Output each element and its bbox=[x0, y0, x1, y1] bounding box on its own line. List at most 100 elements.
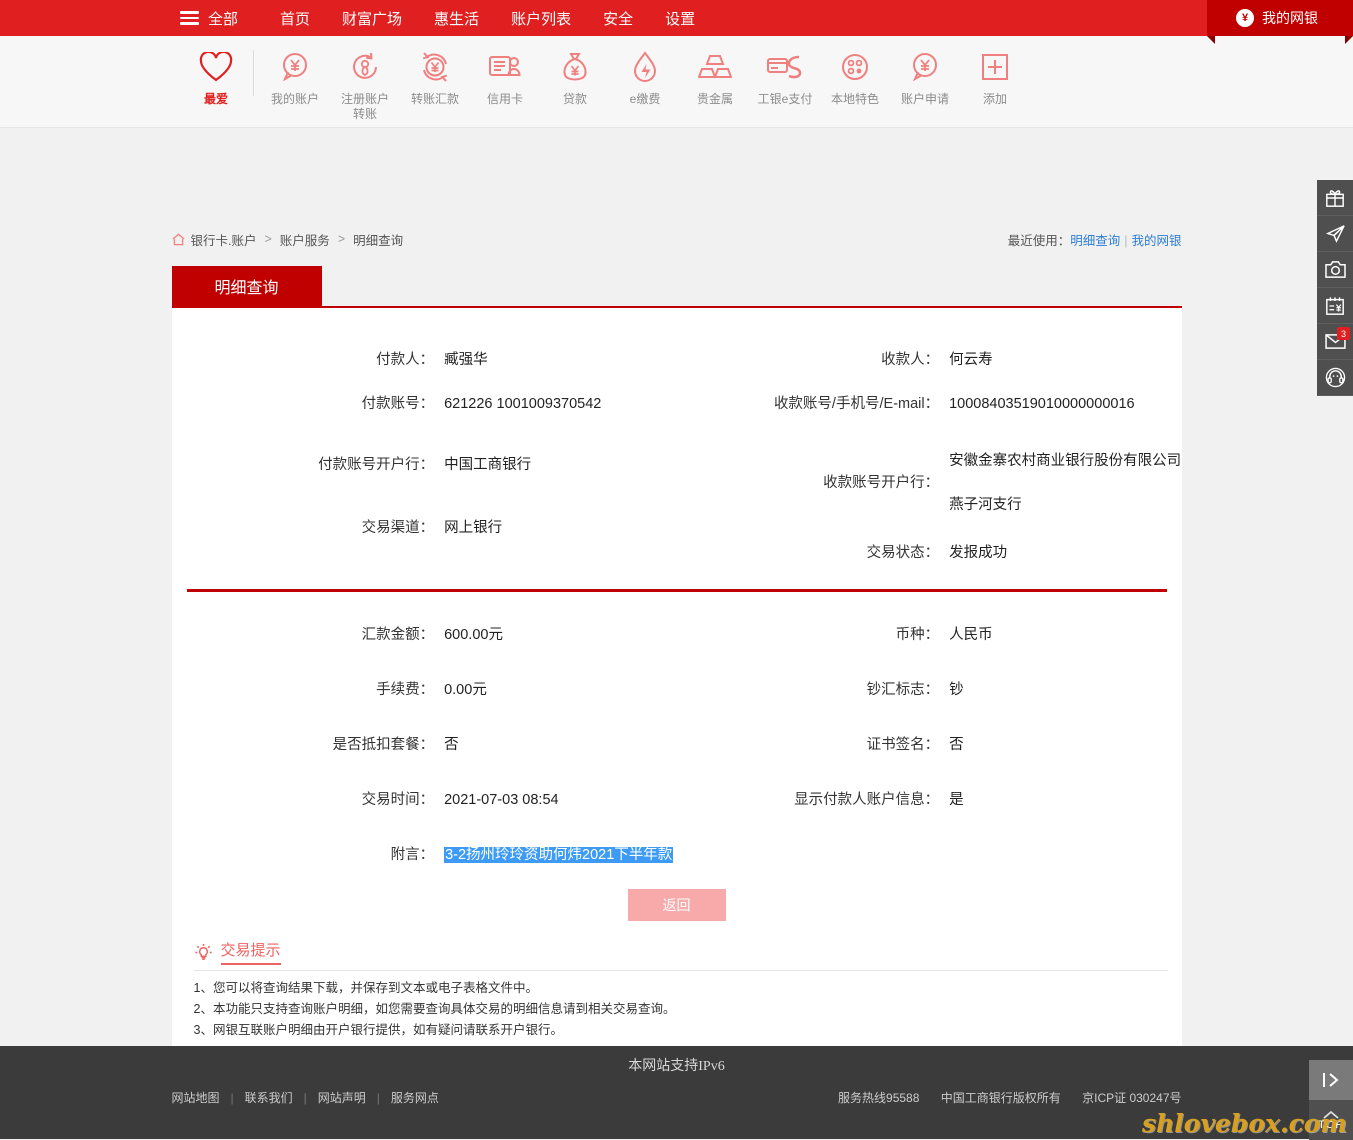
field-payer-value: 臧强华 bbox=[444, 352, 488, 368]
footer-link-site-statement[interactable]: 网站声明 bbox=[307, 1089, 377, 1106]
home-icon[interactable] bbox=[172, 233, 185, 246]
toolbar-item-credit-card[interactable]: 信用卡 bbox=[470, 48, 540, 107]
footer-link-contact-us[interactable]: 联系我们 bbox=[234, 1089, 304, 1106]
footer-row: 网站地图 | 联系我们 | 网站声明 | 服务网点 服务热线95588 中国工商银行版… bbox=[172, 1089, 1182, 1106]
nav-item-wealth[interactable]: 财富广场 bbox=[326, 0, 418, 36]
heart-icon bbox=[199, 48, 233, 86]
field-postscript-value-wrapper[interactable]: 3-2扬州玲玲资助何炜2021下半年款 bbox=[434, 844, 674, 866]
yuan-speech-bubble-icon bbox=[279, 48, 311, 86]
footer-links: 网站地图 | 联系我们 | 网站声明 | 服务网点 bbox=[172, 1089, 450, 1106]
nav-item-settings-label: 设置 bbox=[665, 10, 696, 28]
back-button[interactable]: 返回 bbox=[627, 889, 726, 921]
breadcrumb-separator: > bbox=[337, 232, 346, 246]
toolbar-item-local-features-label: 本地特色 bbox=[830, 92, 879, 106]
yuan-refresh-icon bbox=[419, 48, 451, 86]
rail-item-support[interactable] bbox=[1317, 360, 1353, 396]
paper-plane-icon bbox=[1325, 223, 1346, 244]
footer-icp: 京ICP证 030247号 bbox=[1082, 1091, 1182, 1105]
footer-link-sitemap[interactable]: 网站地图 bbox=[172, 1089, 231, 1106]
site-watermark: shlovebox.com bbox=[1142, 1109, 1347, 1138]
toolbar-item-favorites[interactable]: 最爱 bbox=[185, 48, 247, 107]
toolbar-item-my-account[interactable]: 我的账户 bbox=[260, 48, 330, 107]
toolbar-item-register-transfer[interactable]: 注册账户 转账 bbox=[330, 48, 400, 122]
detail-lower-left-column: 汇款金额： 600.00元 手续费： 0.00元 是否抵扣套餐： 否 交易时间：… bbox=[172, 608, 677, 877]
field-package-deduction-value: 否 bbox=[444, 737, 459, 753]
nav-item-home[interactable]: 首页 bbox=[264, 0, 326, 36]
money-bag-icon bbox=[560, 48, 590, 86]
toolbar-item-register-transfer-label: 注册账户 转账 bbox=[340, 92, 389, 121]
ipv6-support-text: 本网站支持IPv6 bbox=[628, 1059, 725, 1074]
recent-link-detail-query[interactable]: 明细查询 bbox=[1070, 234, 1120, 248]
action-row: 返回 bbox=[172, 877, 1182, 935]
field-transaction-time: 交易时间： 2021-07-03 08:54 bbox=[172, 767, 677, 822]
field-remit-amount-value: 600.00元 bbox=[444, 627, 503, 643]
water-drop-bolt-icon bbox=[631, 48, 659, 86]
footer-link-service-outlets[interactable]: 服务网点 bbox=[380, 1089, 450, 1106]
rail-item-mail[interactable]: 3 bbox=[1317, 324, 1353, 360]
field-postscript-label: 附言： bbox=[390, 847, 435, 863]
tab-detail-query[interactable]: 明细查询 bbox=[171, 266, 322, 306]
field-transaction-status: 交易状态： 发报成功 bbox=[677, 524, 1182, 575]
credit-card-icon bbox=[488, 48, 522, 86]
breadcrumb-item-0[interactable]: 银行卡.账户 bbox=[191, 230, 257, 249]
page-body: 银行卡.账户 > 账户服务 > 明细查询 最近使用：明细查询 | 我的网银 明细查询… bbox=[0, 128, 1353, 1139]
footer-hotline: 服务热线95588 bbox=[838, 1091, 920, 1105]
toolbar-item-local-features[interactable]: 本地特色 bbox=[820, 48, 890, 107]
field-payer-account-value: 621226 1001009370542 bbox=[444, 396, 602, 412]
field-postscript: 附言： 3-2扬州玲玲资助何炜2021下半年款 bbox=[172, 822, 677, 877]
expand-panel-button[interactable] bbox=[1309, 1060, 1353, 1100]
field-cash-remit-flag: 钞汇标志： 钞 bbox=[677, 657, 1182, 712]
field-certificate-signature-value: 否 bbox=[949, 737, 964, 753]
rail-item-bill[interactable] bbox=[1317, 288, 1353, 324]
nav-item-my-ebank-label: 我的网银 bbox=[1262, 10, 1318, 26]
toolbar-item-icbc-epay[interactable]: 工银e支付 bbox=[750, 48, 820, 107]
headset-icon bbox=[1325, 367, 1346, 388]
field-payer-account-label: 付款账号： bbox=[361, 396, 435, 412]
quick-link-toolbar: 最爱 我的账户 注册账户 转账 转账汇款 信用卡 贷款 e缴费 贵金属 工银e支… bbox=[0, 36, 1353, 128]
toolbar-item-loan[interactable]: 贷款 bbox=[540, 48, 610, 107]
field-transaction-status-label: 交易状态： bbox=[866, 545, 940, 561]
detail-lower-grid: 汇款金额： 600.00元 手续费： 0.00元 是否抵扣套餐： 否 交易时间：… bbox=[172, 608, 1182, 877]
field-payer: 付款人： 臧强华 bbox=[172, 338, 677, 382]
bill-calendar-icon bbox=[1325, 296, 1345, 316]
toolbar-item-my-account-label: 我的账户 bbox=[270, 92, 319, 106]
nav-item-my-ebank[interactable]: ¥ 我的网银 bbox=[1207, 0, 1353, 44]
toolbar-item-credit-card-label: 信用卡 bbox=[486, 92, 523, 106]
nav-item-life[interactable]: 惠生活 bbox=[418, 0, 495, 36]
recently-used: 最近使用：明细查询 | 我的网银 bbox=[1008, 230, 1182, 249]
detail-upper-left-column: 付款人： 臧强华 付款账号： 621226 1001009370542 付款账号… bbox=[172, 338, 677, 575]
rail-item-camera[interactable] bbox=[1317, 252, 1353, 288]
nav-item-account-list[interactable]: 账户列表 bbox=[495, 0, 587, 36]
field-postscript-value[interactable]: 3-2扬州玲玲资助何炜2021下半年款 bbox=[444, 847, 674, 863]
field-payee-account-value: 10008403519010000000016 bbox=[949, 396, 1135, 412]
field-transaction-time-value: 2021-07-03 08:54 bbox=[444, 792, 559, 808]
recent-divider: | bbox=[1124, 233, 1128, 248]
detail-upper-right-column: 收款人： 何云寿 收款账号/手机号/E-mail： 10008403519010… bbox=[677, 338, 1182, 575]
recent-link-my-ebank[interactable]: 我的网银 bbox=[1131, 234, 1181, 248]
rail-item-send[interactable] bbox=[1317, 216, 1353, 252]
detail-lower-right-column: 币种： 人民币 钞汇标志： 钞 证书签名： 否 显示付款人账户信息： 是 bbox=[677, 608, 1182, 877]
nav-item-security[interactable]: 安全 bbox=[587, 0, 649, 36]
toolbar-item-epay-bill[interactable]: e缴费 bbox=[610, 48, 680, 107]
breadcrumb-item-1[interactable]: 账户服务 bbox=[280, 230, 330, 249]
field-payee-value: 何云寿 bbox=[949, 352, 993, 368]
content-container: 银行卡.账户 > 账户服务 > 明细查询 最近使用：明细查询 | 我的网银 明细查询… bbox=[171, 128, 1182, 1067]
hamburger-icon bbox=[180, 11, 199, 25]
mail-unread-badge: 3 bbox=[1337, 327, 1350, 340]
nav-item-all[interactable]: 全部 bbox=[170, 0, 264, 36]
toolbar-item-add[interactable]: 添加 bbox=[960, 48, 1030, 107]
field-transaction-status-value: 发报成功 bbox=[949, 545, 1008, 561]
transaction-tips-list: 1、您可以将查询结果下载，并保存到文本或电子表格文件中。 2、本功能只支持查询账… bbox=[194, 978, 1182, 1041]
nav-item-account-list-label: 账户列表 bbox=[511, 10, 572, 28]
rail-item-gift[interactable] bbox=[1317, 180, 1353, 216]
toolbar-item-precious-metal[interactable]: 贵金属 bbox=[680, 48, 750, 107]
toolbar-item-transfer-remit[interactable]: 转账汇款 bbox=[400, 48, 470, 107]
nav-item-settings[interactable]: 设置 bbox=[649, 0, 711, 36]
toolbar-item-account-apply[interactable]: 账户申请 bbox=[890, 48, 960, 107]
field-currency-label: 币种： bbox=[895, 627, 940, 643]
toolbar-item-icbc-epay-label: 工银e支付 bbox=[757, 92, 813, 106]
money-bag-icon: ¥ bbox=[1236, 9, 1254, 27]
breadcrumb-row: 银行卡.账户 > 账户服务 > 明细查询 最近使用：明细查询 | 我的网银 bbox=[172, 226, 1182, 252]
transaction-tips-header: 交易提示 bbox=[194, 939, 1182, 965]
field-fee: 手续费： 0.00元 bbox=[172, 657, 677, 712]
